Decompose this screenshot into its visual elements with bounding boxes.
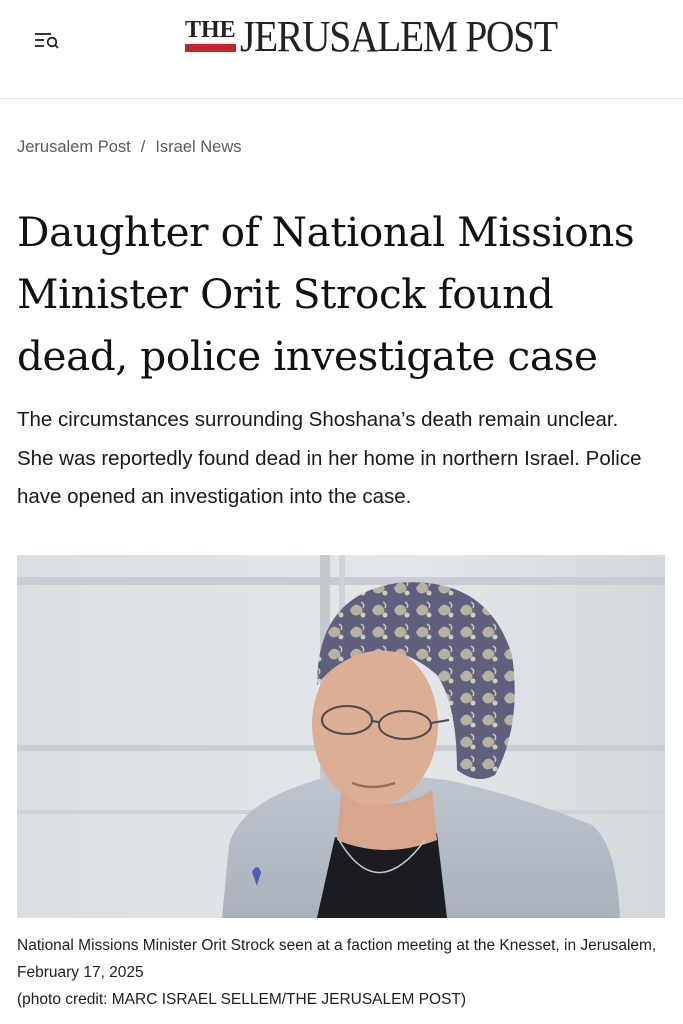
logo-red-bar <box>185 44 236 52</box>
article-photo[interactable] <box>17 555 665 918</box>
photo-caption: National Missions Minister Orit Strock s… <box>17 937 657 981</box>
article-summary: The circumstances surrounding Shoshana’s… <box>17 408 642 508</box>
article-headline: Daughter of National Missions Minister O… <box>17 208 635 380</box>
logo-wordmark: JERUSALEM POST <box>239 12 558 61</box>
photo-credit: (photo credit: MARC ISRAEL SELLEM/THE JE… <box>17 991 467 1008</box>
logo-the: THE <box>185 12 236 52</box>
site-logo[interactable]: THE JERUSALEM POST <box>185 12 558 68</box>
site-header: THE JERUSALEM POST <box>0 0 683 99</box>
breadcrumb: Jerusalem Post / Israel News <box>17 138 242 157</box>
breadcrumb-home-link[interactable]: Jerusalem Post <box>17 138 131 157</box>
photo-caption-block: National Missions Minister Orit Strock s… <box>17 932 667 1013</box>
breadcrumb-section-link[interactable]: Israel News <box>155 138 241 157</box>
menu-search-icon[interactable] <box>30 26 66 56</box>
breadcrumb-separator: / <box>140 138 146 156</box>
